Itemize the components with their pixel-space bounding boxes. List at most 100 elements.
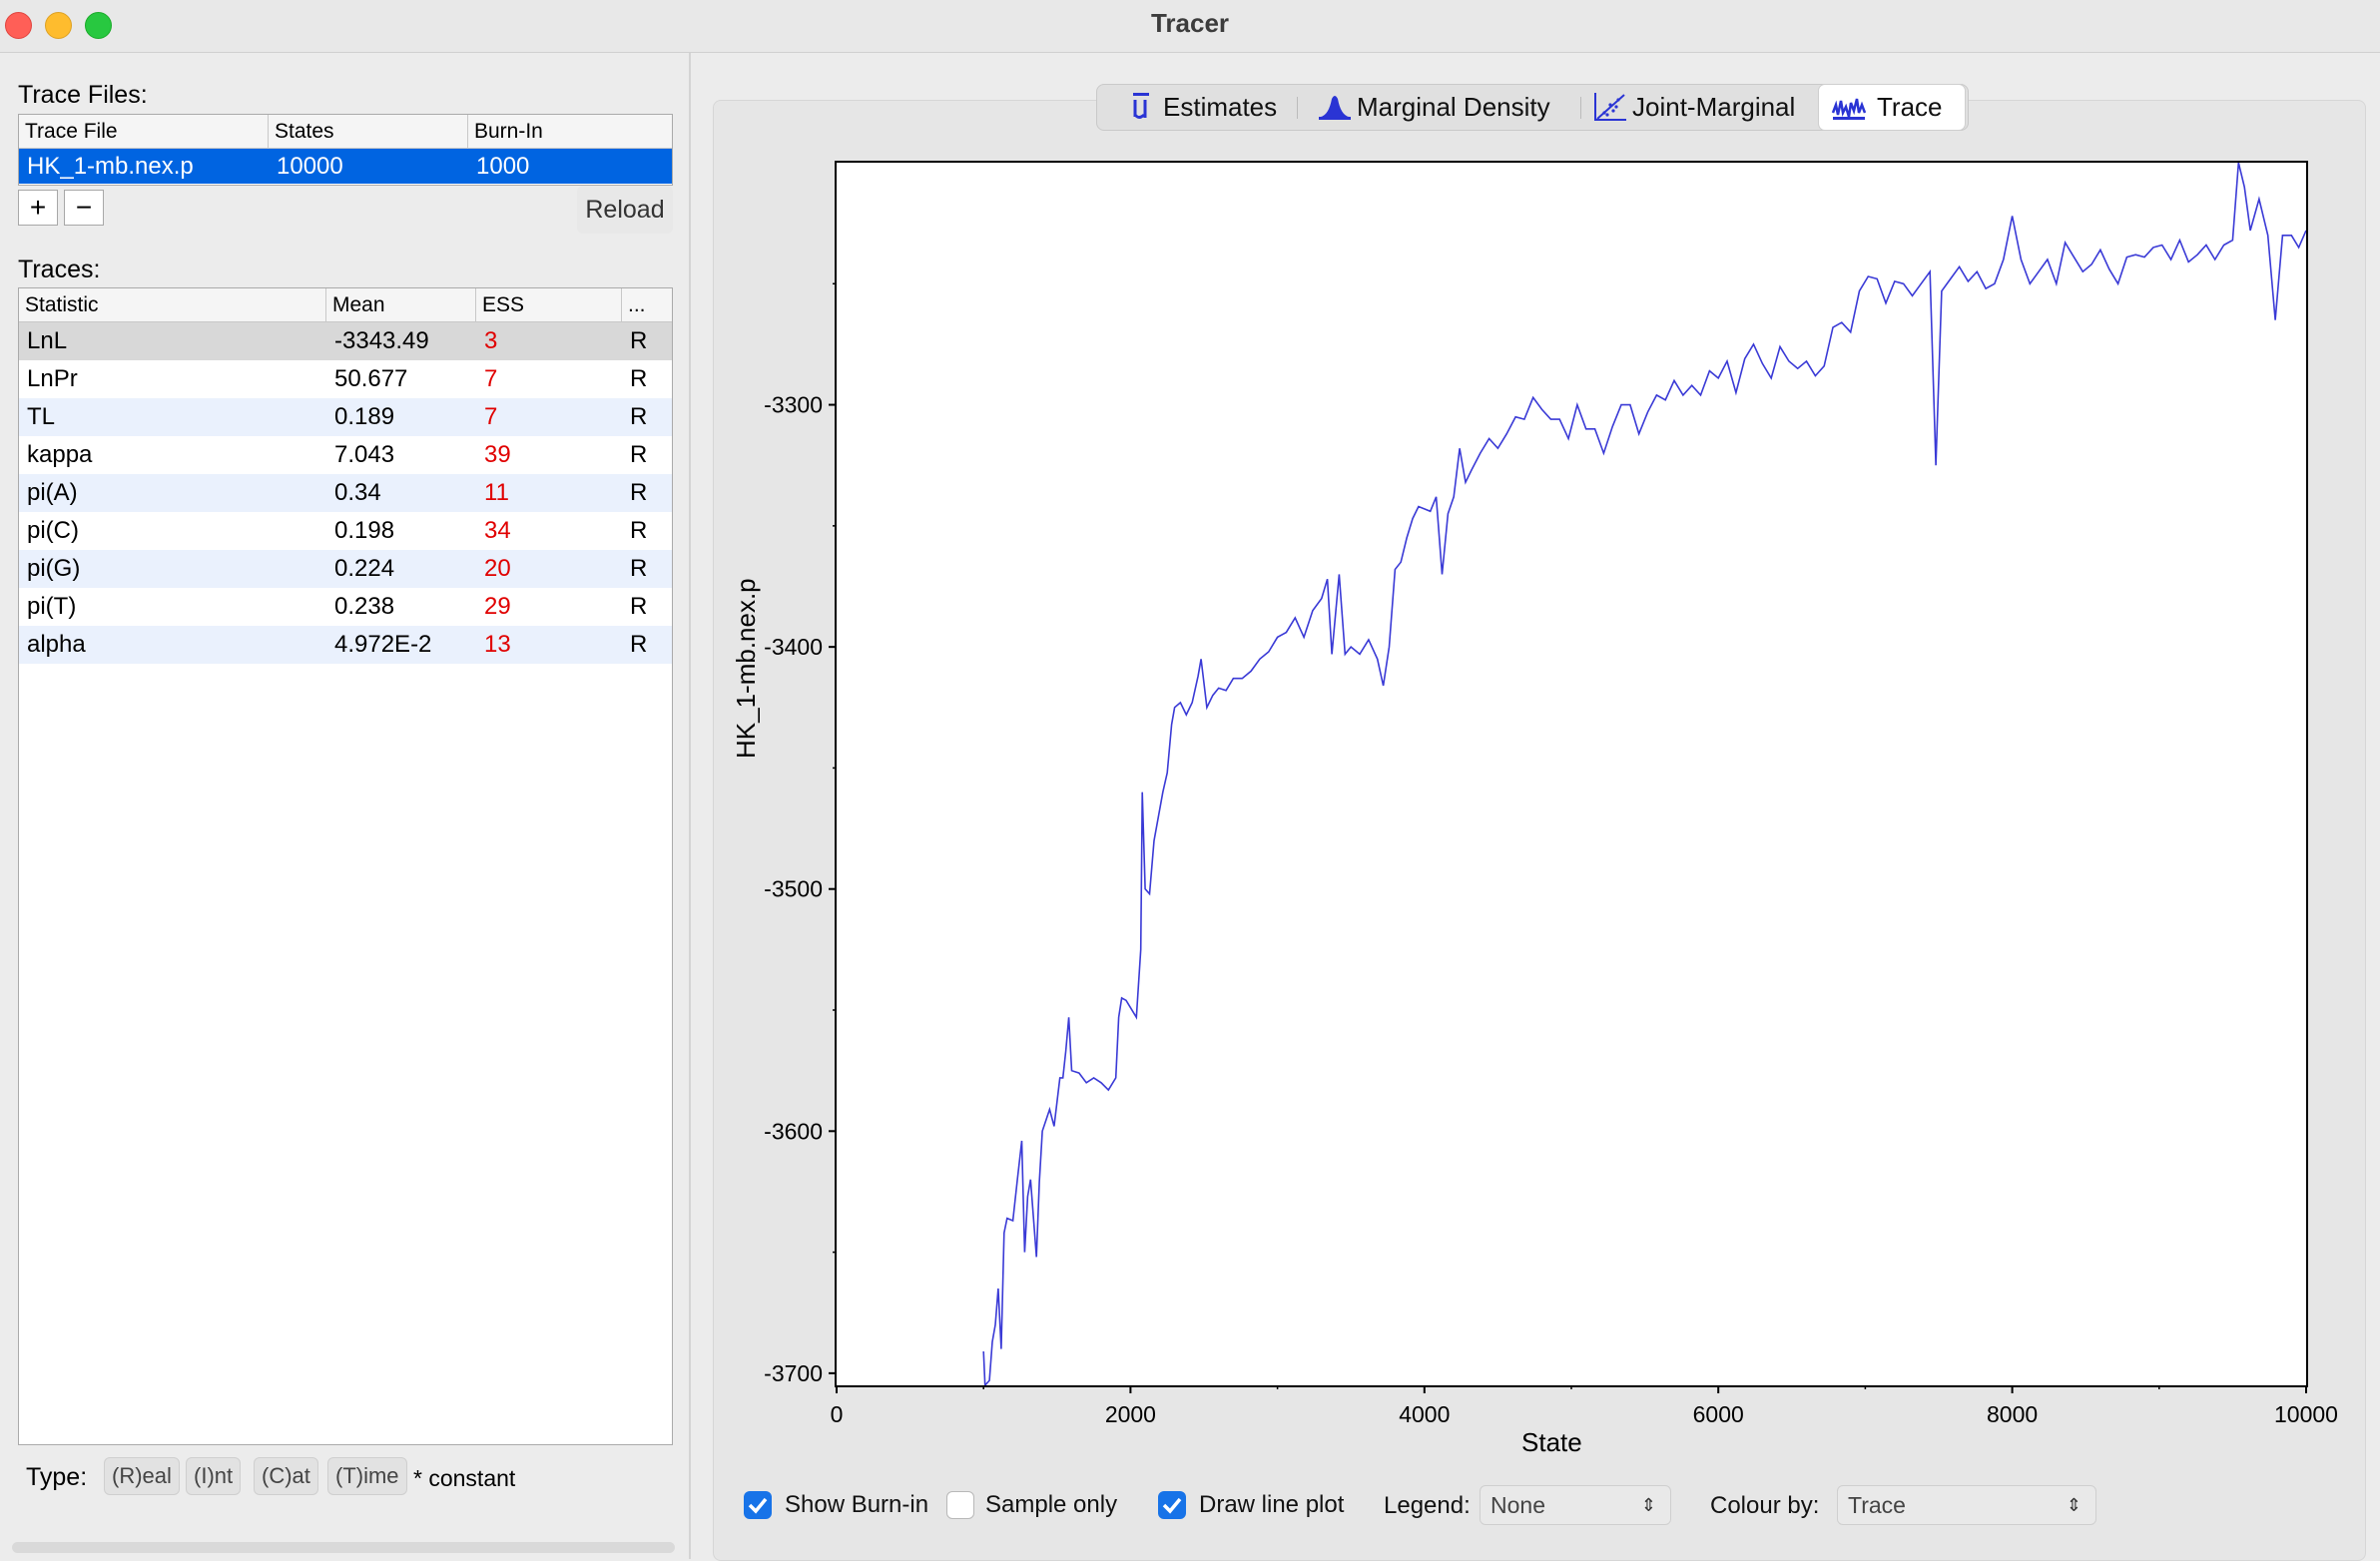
trace-ess: 7 bbox=[484, 365, 498, 392]
col-mean[interactable]: Mean bbox=[326, 288, 476, 321]
show-burnin-label: Show Burn-in bbox=[785, 1491, 929, 1518]
trace-file-burnin[interactable]: 1000 bbox=[468, 149, 672, 184]
trace-stat: TL bbox=[27, 403, 56, 430]
type-real-tag: (R)eal bbox=[104, 1457, 180, 1495]
trace-row[interactable]: pi(T) 0.238 29 R bbox=[19, 588, 672, 626]
trace-wave-icon bbox=[1831, 98, 1867, 120]
add-trace-file-button[interactable]: + bbox=[18, 190, 58, 226]
updown-chevron-icon: ⇕ bbox=[2066, 1495, 2082, 1515]
trace-row[interactable]: LnL -3343.49 3 R bbox=[19, 322, 672, 360]
remove-trace-file-button[interactable]: − bbox=[64, 190, 104, 226]
updown-chevron-icon: ⇕ bbox=[1640, 1495, 1656, 1515]
tab-joint-marginal-label: Joint-Marginal bbox=[1632, 92, 1796, 122]
checkmark-icon bbox=[748, 1497, 768, 1514]
trace-stat: LnL bbox=[27, 327, 68, 354]
trace-files-header: Trace File States Burn-In bbox=[19, 115, 672, 149]
trace-type: R bbox=[630, 631, 648, 658]
trace-row[interactable]: pi(C) 0.198 34 R bbox=[19, 512, 672, 550]
trace-type: R bbox=[630, 441, 648, 468]
tab-trace[interactable]: Trace bbox=[1818, 84, 1966, 131]
col-trace-file[interactable]: Trace File bbox=[19, 115, 269, 148]
trace-ess: 34 bbox=[484, 517, 511, 544]
trace-ess: 39 bbox=[484, 441, 511, 468]
show-burnin-checkbox[interactable] bbox=[744, 1491, 772, 1519]
constant-note: * constant bbox=[413, 1465, 516, 1491]
legend-label: Legend: bbox=[1384, 1492, 1471, 1519]
trace-row[interactable]: kappa 7.043 39 R bbox=[19, 436, 672, 474]
draw-line-plot-checkbox[interactable] bbox=[1158, 1491, 1186, 1519]
trace-stat: pi(G) bbox=[27, 555, 81, 582]
checkmark-icon bbox=[1162, 1497, 1182, 1514]
trace-files-label: Trace Files: bbox=[18, 81, 148, 109]
col-burn-in[interactable]: Burn-In bbox=[468, 115, 672, 148]
trace-row[interactable]: TL 0.189 7 R bbox=[19, 398, 672, 436]
col-type[interactable]: ... bbox=[622, 288, 672, 321]
tab-estimates-label: Estimates bbox=[1163, 92, 1278, 122]
type-time-tag: (T)ime bbox=[327, 1457, 407, 1495]
trace-files-table: Trace File States Burn-In HK_1-mb.nex.p … bbox=[18, 114, 673, 186]
mu-bar-icon bbox=[1133, 93, 1149, 119]
trace-row[interactable]: alpha 4.972E-2 13 R bbox=[19, 626, 672, 664]
sample-only-checkbox[interactable] bbox=[946, 1491, 974, 1519]
draw-line-plot-label: Draw line plot bbox=[1199, 1491, 1345, 1518]
trace-stat: LnPr bbox=[27, 365, 78, 392]
trace-type: R bbox=[630, 593, 648, 620]
trace-file-row[interactable]: HK_1-mb.nex.p 10000 1000 bbox=[19, 149, 672, 184]
trace-ess: 29 bbox=[484, 593, 511, 620]
density-peak-icon bbox=[1319, 96, 1351, 120]
trace-ess: 3 bbox=[484, 327, 498, 354]
sample-only-label: Sample only bbox=[985, 1491, 1118, 1518]
panel-divider[interactable] bbox=[689, 53, 691, 1559]
legend-dropdown[interactable]: None ⇕ bbox=[1480, 1485, 1671, 1525]
trace-stat: alpha bbox=[27, 631, 86, 658]
traces-table: Statistic Mean ESS ... LnL -3343.49 3 R LnPr… bbox=[18, 287, 673, 1445]
left-horizontal-scrollbar[interactable] bbox=[12, 1542, 675, 1553]
tab-separator bbox=[1580, 97, 1581, 119]
trace-mean: 0.224 bbox=[334, 555, 395, 582]
trace-mean: 0.198 bbox=[334, 517, 395, 544]
trace-type: R bbox=[630, 517, 648, 544]
trace-stat: pi(T) bbox=[27, 593, 77, 620]
trace-stat: pi(A) bbox=[27, 479, 78, 506]
trace-line-chart bbox=[982, 163, 2306, 1385]
tab-trace-label: Trace bbox=[1877, 92, 1943, 122]
legend-value: None bbox=[1490, 1492, 1545, 1518]
trace-ess: 7 bbox=[484, 403, 498, 430]
window-title: Tracer bbox=[1150, 8, 1230, 38]
trace-file-name: HK_1-mb.nex.p bbox=[27, 153, 194, 180]
reload-button[interactable]: Reload bbox=[577, 186, 673, 234]
x-axis-title: State bbox=[1521, 1427, 1582, 1457]
type-cat-tag: (C)at bbox=[254, 1457, 318, 1495]
scatter-line-icon bbox=[1594, 93, 1626, 121]
trace-type: R bbox=[630, 555, 648, 582]
colour-by-label: Colour by: bbox=[1710, 1492, 1820, 1519]
traces-header: Statistic Mean ESS ... bbox=[19, 288, 672, 322]
trace-row[interactable]: pi(G) 0.224 20 R bbox=[19, 550, 672, 588]
col-statistic[interactable]: Statistic bbox=[19, 288, 326, 321]
col-states[interactable]: States bbox=[269, 115, 468, 148]
tab-marginal-density-label: Marginal Density bbox=[1357, 92, 1550, 122]
type-int-tag: (I)nt bbox=[186, 1457, 242, 1495]
trace-file-states: 10000 bbox=[277, 153, 343, 180]
colour-by-dropdown[interactable]: Trace ⇕ bbox=[1837, 1485, 2096, 1525]
type-label: Type: bbox=[26, 1463, 88, 1491]
y-axis-title: HK_1-mb.nex.p bbox=[731, 578, 761, 759]
trace-mean: 0.238 bbox=[334, 593, 395, 620]
trace-ess: 13 bbox=[484, 631, 511, 658]
trace-type: R bbox=[630, 365, 648, 392]
traces-label: Traces: bbox=[18, 256, 101, 283]
trace-plot-area[interactable] bbox=[835, 161, 2308, 1387]
trace-row[interactable]: pi(A) 0.34 11 R bbox=[19, 474, 672, 512]
colour-by-value: Trace bbox=[1848, 1492, 1906, 1518]
tab-separator bbox=[1297, 97, 1298, 119]
trace-mean: 50.677 bbox=[334, 365, 408, 392]
col-ess[interactable]: ESS bbox=[476, 288, 622, 321]
view-tabs: Estimates Marginal Density Joint-Margina… bbox=[1096, 84, 1969, 131]
trace-type: R bbox=[630, 327, 648, 354]
trace-mean: 7.043 bbox=[334, 441, 395, 468]
trace-row[interactable]: LnPr 50.677 7 R bbox=[19, 360, 672, 398]
trace-ess: 20 bbox=[484, 555, 511, 582]
trace-mean: 0.189 bbox=[334, 403, 395, 430]
trace-mean: -3343.49 bbox=[334, 327, 429, 354]
trace-type: R bbox=[630, 403, 648, 430]
